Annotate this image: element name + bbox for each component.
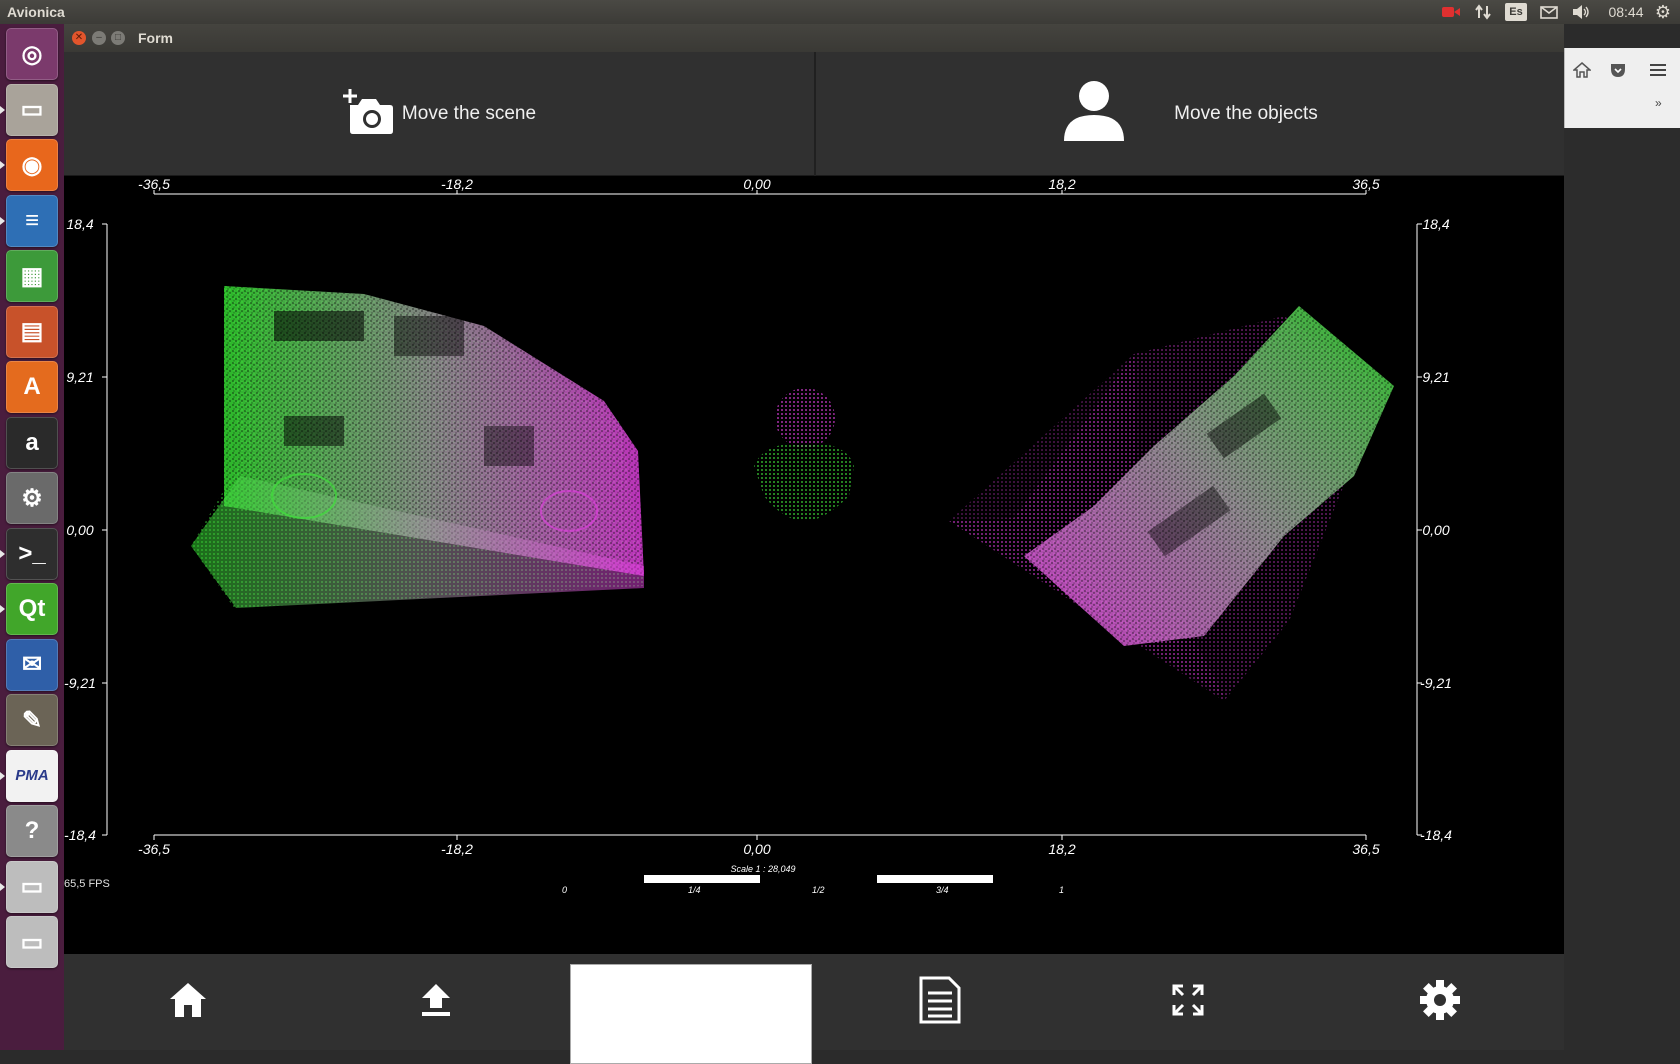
launcher: ◎ ▭ ◉ ≡ ▦ ▤ Aa ⚙ >_ Qt ✉ ✎ PMA? ▭ ▭	[0, 24, 64, 1050]
mode-bar: Move the scene Move the objects	[64, 52, 1564, 176]
launcher-running-indicator	[0, 549, 5, 558]
import-area[interactable]	[570, 964, 812, 1064]
launcher-software-center-icon[interactable]: A	[6, 361, 58, 413]
launcher-disk-1-icon[interactable]: ▭	[6, 860, 58, 913]
move-scene-button[interactable]: Move the scene	[64, 52, 814, 176]
home-icon[interactable]	[1572, 62, 1592, 83]
launcher-gimp-icon[interactable]: ✎	[6, 694, 58, 746]
y-tick-label: -9,21	[1420, 675, 1452, 691]
keyboard-icon[interactable]: Es	[1505, 3, 1527, 21]
launcher-system-settings-icon[interactable]: ⚙	[6, 472, 58, 524]
network-icon[interactable]	[1472, 3, 1494, 21]
scale-tick-label: 0	[562, 885, 567, 895]
app-window: ✕ – □ Form Move the scene Move the objec…	[64, 24, 1564, 1064]
x-tick-label: 18,2	[1048, 841, 1075, 857]
close-button[interactable]: ✕	[72, 31, 86, 45]
launcher-running-indicator	[0, 882, 5, 891]
window-title: Form	[138, 30, 173, 46]
upload-icon	[419, 982, 453, 1023]
x-tick-label: -36,5	[138, 841, 170, 857]
settings-button[interactable]	[1316, 954, 1564, 1050]
add-camera-icon	[342, 87, 394, 141]
launcher-running-indicator	[0, 161, 5, 169]
scale-tick-label: 1/4	[688, 885, 701, 895]
launcher-thunderbird-icon[interactable]: ✉	[6, 638, 58, 691]
scale-tick-label: 1/2	[812, 885, 825, 895]
x-tick-label: 36,5	[1352, 176, 1379, 192]
launcher-ubuntu-dash-icon[interactable]: ◎	[6, 28, 58, 80]
move-objects-label: Move the objects	[1174, 103, 1318, 124]
volume-icon[interactable]	[1570, 3, 1592, 21]
fullscreen-button[interactable]	[1064, 954, 1312, 1050]
settings-icon	[1419, 979, 1461, 1026]
launcher-calc-icon[interactable]: ▦	[6, 250, 58, 302]
scale-label: Scale 1 : 28,049	[730, 864, 795, 874]
launcher-impress-icon[interactable]: ▤	[6, 305, 58, 358]
fullscreen-icon	[1172, 984, 1204, 1021]
y-tick-label: 18,4	[66, 216, 93, 232]
move-objects-button[interactable]: Move the objects	[816, 52, 1564, 176]
person-icon	[1062, 79, 1126, 149]
launcher-writer-icon[interactable]: ≡	[6, 194, 58, 247]
maximize-button[interactable]: □	[111, 31, 125, 45]
fps-counter: 65,5 FPS	[64, 878, 110, 890]
gear-icon[interactable]: ⚙	[1652, 2, 1674, 22]
launcher-pma-icon[interactable]: PMA	[6, 749, 58, 802]
launcher-qt-creator-icon[interactable]: Qt	[6, 583, 58, 635]
pocket-icon[interactable]	[1609, 62, 1627, 83]
y-tick-label: -18,4	[64, 827, 96, 843]
launcher-firefox-icon[interactable]: ◉	[6, 139, 58, 191]
x-tick-label: 0,00	[743, 841, 770, 857]
launcher-running-indicator	[0, 605, 5, 613]
bottom-toolbar	[64, 954, 1564, 1064]
menu-icon[interactable]	[1649, 63, 1667, 82]
x-tick-label: -36,5	[138, 176, 170, 192]
window-titlebar: ✕ – □ Form	[64, 24, 1564, 52]
app-name: Avionica	[7, 4, 65, 20]
desktop-background	[1564, 128, 1680, 1050]
home-icon	[168, 981, 208, 1024]
van-point-cloud-left[interactable]	[191, 286, 644, 608]
launcher-help-icon[interactable]: ?	[6, 805, 58, 857]
overflow-chevron-icon[interactable]: »	[1655, 96, 1662, 110]
launcher-amazon-icon[interactable]: a	[6, 416, 58, 469]
browser-toolbar-fragment: »	[1564, 48, 1680, 128]
y-tick-label: 0,00	[1422, 522, 1449, 538]
y-tick-label: -18,4	[1420, 827, 1452, 843]
scale-tick-label: 1	[1059, 885, 1064, 895]
y-tick-label: 0,00	[66, 522, 93, 538]
x-tick-label: -18,2	[441, 176, 473, 192]
x-tick-label: -18,2	[441, 841, 473, 857]
document-icon	[918, 975, 962, 1030]
clock[interactable]: 08:44	[1604, 3, 1648, 21]
launcher-disk-2-icon[interactable]: ▭	[6, 916, 58, 968]
upload-button[interactable]	[312, 954, 560, 1050]
y-tick-label: 18,4	[1422, 216, 1449, 232]
launcher-running-indicator	[0, 105, 5, 114]
mail-icon[interactable]	[1538, 3, 1560, 21]
person-point-cloud[interactable]	[754, 388, 854, 521]
record-icon[interactable]	[1440, 3, 1462, 21]
move-scene-label: Move the scene	[401, 103, 537, 124]
point-cloud-viewport[interactable]: -36,5 -36,5 -18,2 -18,2 0,00 0,00 18,2 18,2 36,5…	[64, 176, 1564, 954]
scale-bar: Scale 1 : 28,049 0 1/4 1/2 3/4 1	[562, 864, 1064, 895]
viewport-canvas[interactable]: -36,5 -36,5 -18,2 -18,2 0,00 0,00 18,2 18,2 36,5…	[64, 176, 1564, 954]
x-tick-label: 0,00	[743, 176, 770, 192]
y-tick-label: 9,21	[1422, 369, 1449, 385]
van-point-cloud-right[interactable]	[949, 306, 1394, 701]
y-tick-label: -9,21	[64, 675, 96, 691]
home-button[interactable]	[64, 954, 312, 1050]
launcher-terminal-icon[interactable]: >_	[6, 527, 58, 580]
top-panel: Avionica Es 08:44 ⚙	[0, 0, 1680, 24]
launcher-files-icon[interactable]: ▭	[6, 83, 58, 136]
y-tick-label: 9,21	[66, 369, 93, 385]
launcher-running-indicator	[0, 216, 5, 225]
minimize-button[interactable]: –	[92, 31, 106, 45]
scale-tick-label: 3/4	[936, 885, 949, 895]
x-tick-label: 36,5	[1352, 841, 1379, 857]
launcher-running-indicator	[0, 771, 5, 780]
document-button[interactable]	[816, 954, 1064, 1050]
x-tick-label: 18,2	[1048, 176, 1075, 192]
